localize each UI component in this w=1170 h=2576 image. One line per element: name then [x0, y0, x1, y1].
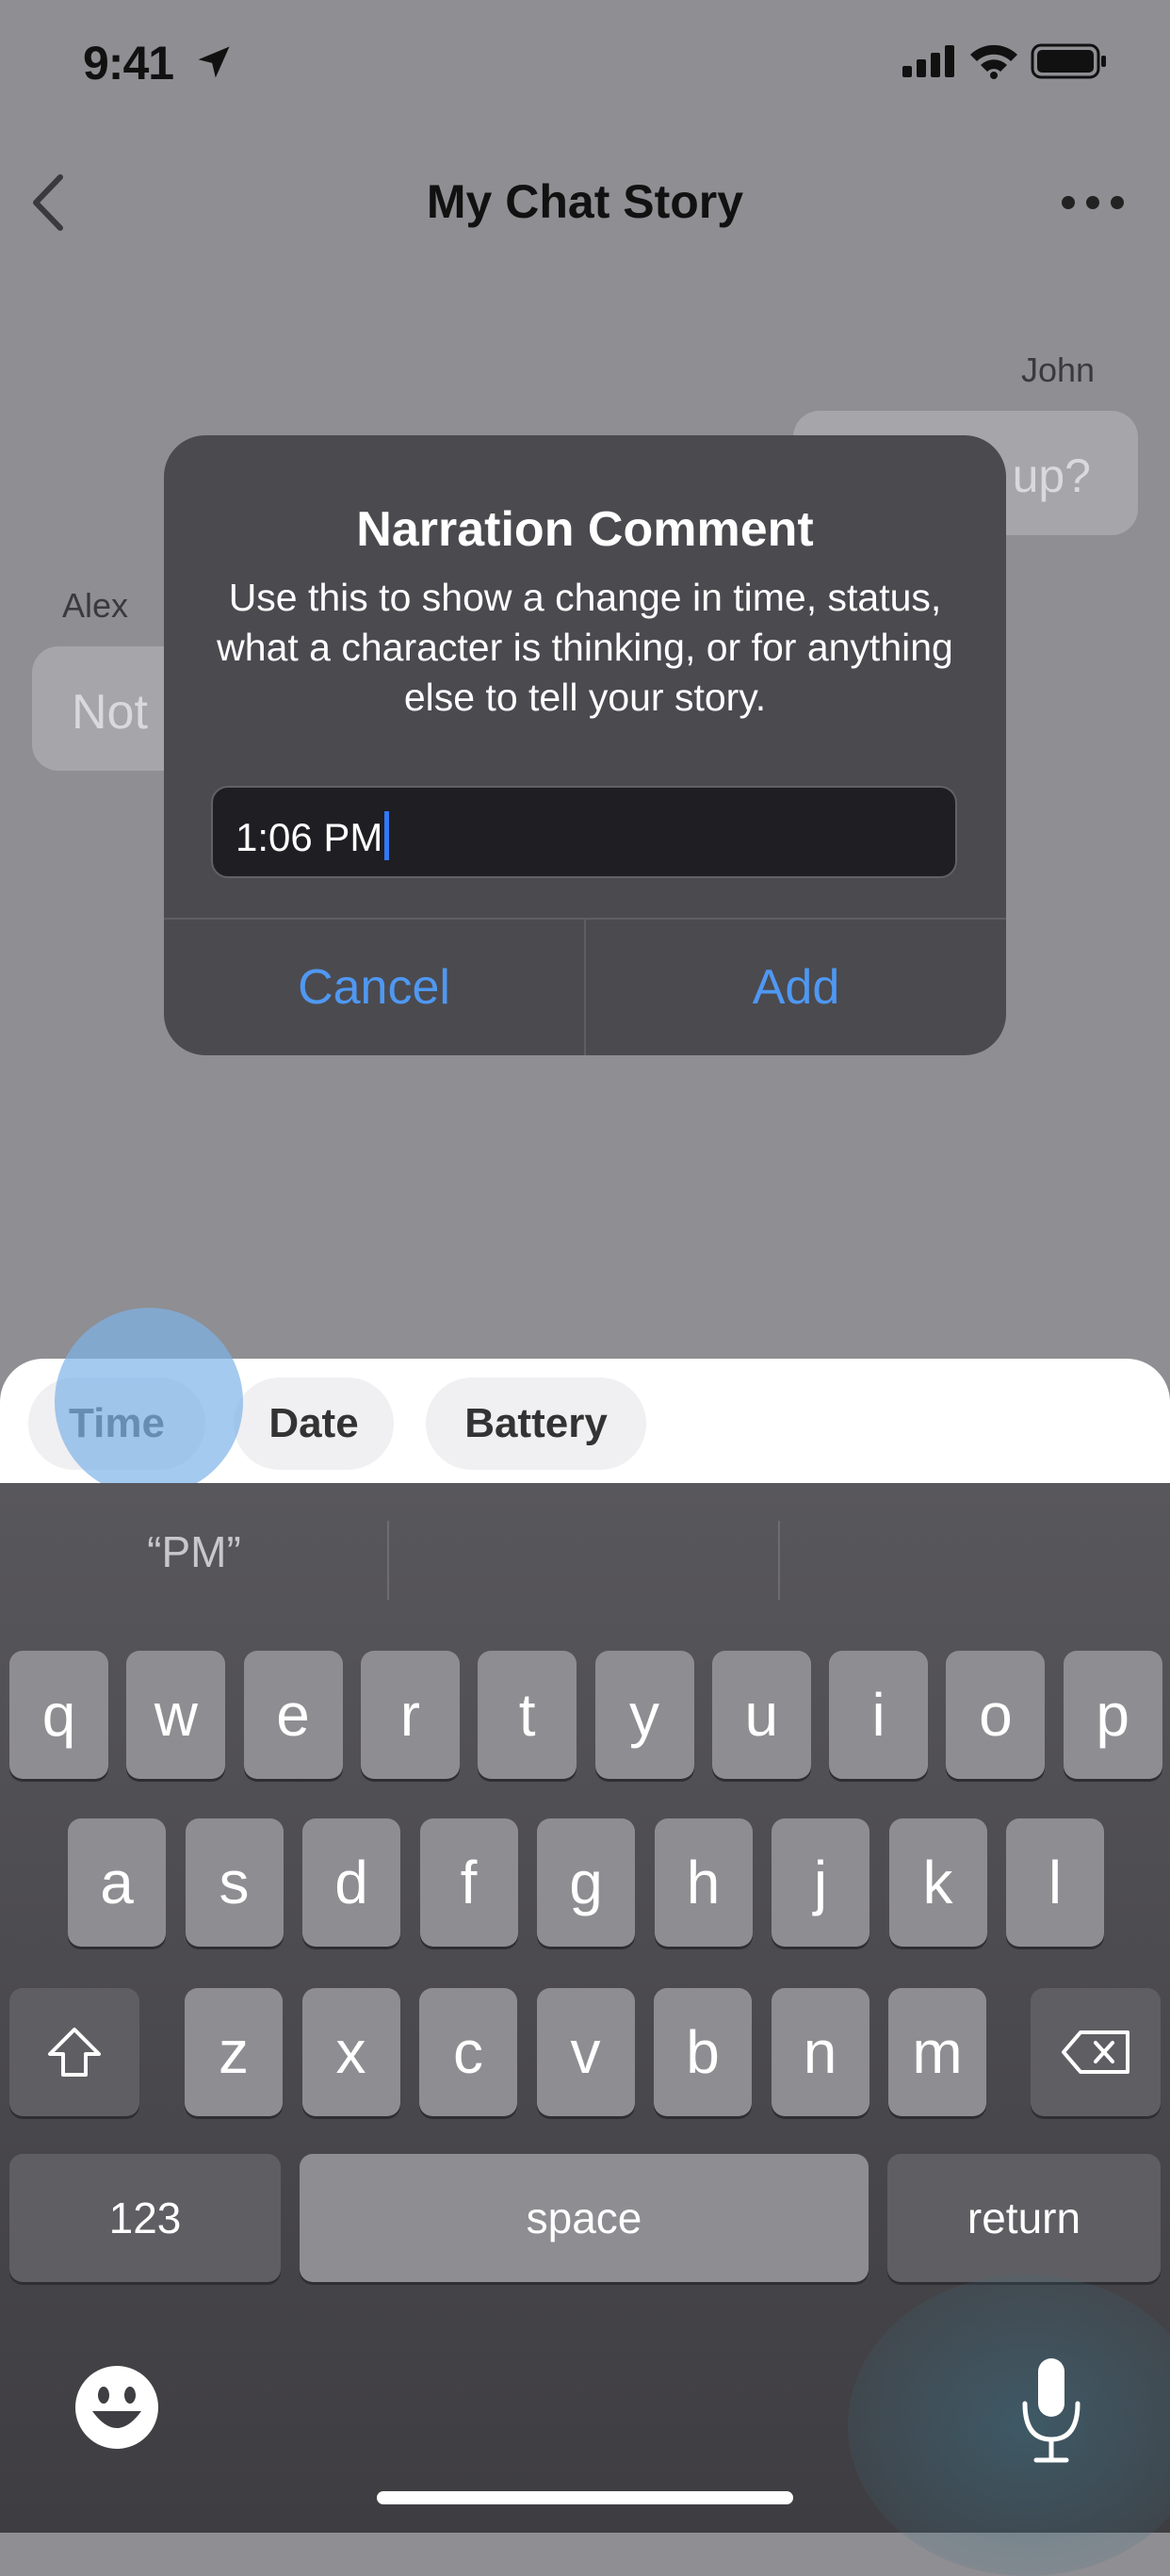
numbers-key[interactable]: 123	[9, 2154, 281, 2282]
page-title: My Chat Story	[426, 175, 744, 228]
key-i[interactable]: i	[829, 1651, 929, 1779]
key-y[interactable]: y	[594, 1651, 694, 1779]
key-z[interactable]: z	[185, 1988, 283, 2116]
key-v[interactable]: v	[536, 1988, 635, 2116]
key-s[interactable]: s	[185, 1818, 284, 1947]
battery-icon	[1031, 43, 1106, 79]
message-text: Not	[72, 685, 148, 740]
text-cursor	[384, 811, 390, 860]
divider	[778, 1521, 780, 1600]
delete-icon	[1062, 2030, 1129, 2074]
microphone-icon[interactable]	[1017, 2355, 1085, 2468]
shift-key[interactable]	[9, 1988, 139, 2116]
cancel-button[interactable]: Cancel	[164, 920, 584, 1055]
mic-glow	[848, 2274, 1170, 2576]
key-d[interactable]: d	[302, 1818, 400, 1947]
sender-name-alex: Alex	[62, 586, 129, 625]
dialog-title: Narration Comment	[356, 502, 814, 557]
return-key[interactable]: return	[887, 2154, 1161, 2282]
home-indicator[interactable]	[377, 2491, 793, 2504]
key-m[interactable]: m	[888, 1988, 986, 2116]
key-o[interactable]: o	[946, 1651, 1046, 1779]
prediction-1[interactable]: “PM”	[0, 1483, 388, 1621]
narration-text-field[interactable]: 1:06 PM	[211, 786, 957, 878]
key-w[interactable]: w	[126, 1651, 226, 1779]
key-k[interactable]: k	[888, 1818, 987, 1947]
cellular-signal-icon	[902, 45, 954, 77]
key-j[interactable]: j	[772, 1818, 869, 1947]
location-arrow-icon	[198, 46, 230, 78]
status-time: 9:41	[83, 37, 174, 90]
key-t[interactable]: t	[478, 1651, 577, 1779]
key-u[interactable]: u	[711, 1651, 811, 1779]
key-q[interactable]: q	[9, 1651, 108, 1779]
key-n[interactable]: n	[771, 1988, 869, 2116]
key-h[interactable]: h	[654, 1818, 753, 1947]
key-b[interactable]: b	[654, 1988, 752, 2116]
space-key[interactable]: space	[300, 2154, 869, 2282]
message-text: up?	[1012, 449, 1091, 502]
wifi-icon	[970, 44, 1017, 79]
key-g[interactable]: g	[537, 1818, 635, 1947]
narration-field-value: 1:06 PM	[236, 815, 383, 859]
key-r[interactable]: r	[360, 1651, 460, 1779]
chip-date[interactable]: Date	[234, 1378, 394, 1470]
predictive-text-bar: “PM”	[0, 1483, 1170, 1621]
more-options-icon[interactable]	[1055, 184, 1130, 221]
key-l[interactable]: l	[1006, 1818, 1104, 1947]
dialog-message: Use this to show a change in time, statu…	[217, 576, 953, 719]
shift-icon	[48, 2028, 101, 2077]
key-p[interactable]: p	[1063, 1651, 1162, 1779]
divider	[387, 1521, 389, 1600]
narration-comment-dialog: Narration Comment Use this to show a cha…	[164, 435, 1006, 1055]
chip-battery[interactable]: Battery	[426, 1378, 646, 1470]
key-x[interactable]: x	[301, 1988, 400, 2116]
key-a[interactable]: a	[68, 1818, 166, 1947]
sender-name-john: John	[1021, 351, 1096, 389]
key-e[interactable]: e	[243, 1651, 343, 1779]
tap-indicator	[55, 1308, 243, 1496]
add-button[interactable]: Add	[586, 920, 1006, 1055]
emoji-icon[interactable]	[73, 2364, 160, 2451]
delete-key[interactable]	[1031, 1988, 1161, 2116]
key-f[interactable]: f	[419, 1818, 518, 1947]
keyboard: “PM” 123 space return qwertyuiop asdfghjk…	[0, 1483, 1170, 2576]
key-c[interactable]: c	[419, 1988, 517, 2116]
